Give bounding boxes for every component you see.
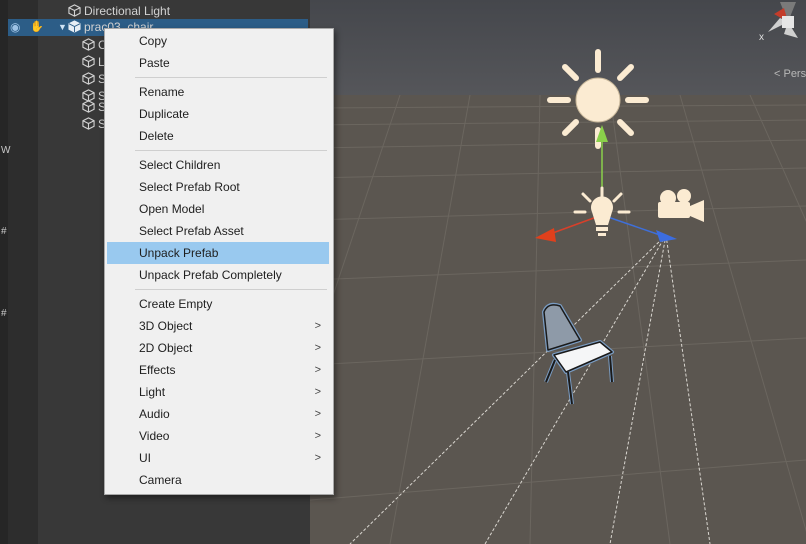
menu-item-label: Video [139,429,170,443]
submenu-arrow-icon: > [314,364,321,376]
side-mark: W [1,145,11,156]
cube-icon [68,4,81,17]
sky [310,0,806,95]
menu-item-unpack-prefab-completely[interactable]: Unpack Prefab Completely [107,264,329,286]
menu-item-delete[interactable]: Delete [107,125,329,147]
menu-item-label: Open Model [139,202,205,216]
menu-item-label: Select Children [139,158,221,172]
cube-icon [82,100,95,113]
pickable-hand-icon[interactable]: ✋ [30,19,44,36]
gizmo-axis-label: x [759,32,764,43]
menu-item-copy[interactable]: Copy [107,30,329,52]
menu-separator [135,77,327,78]
menu-item-label: Select Prefab Root [139,180,240,194]
hierarchy-child-item[interactable]: L [82,54,105,71]
cube-icon [82,72,95,85]
context-menu: Copy Paste Rename Duplicate Delete Selec… [104,28,334,495]
menu-item-label: Camera [139,473,182,487]
hierarchy-gutter [8,0,38,544]
submenu-arrow-icon: > [314,342,321,354]
menu-item-duplicate[interactable]: Duplicate [107,103,329,125]
visibility-eye-icon[interactable]: ◉ [10,19,20,36]
menu-item-select-prefab-asset[interactable]: Select Prefab Asset [107,220,329,242]
hierarchy-child-item[interactable]: S [82,116,106,133]
menu-item-video[interactable]: Video > [107,425,329,447]
menu-item-rename[interactable]: Rename [107,81,329,103]
menu-item-ui[interactable]: UI > [107,447,329,469]
hierarchy-item-label: Directional Light [84,4,171,18]
hierarchy-child-item[interactable]: S [82,99,106,116]
submenu-arrow-icon: > [314,430,321,442]
menu-item-label: 3D Object [139,319,193,333]
menu-item-label: Paste [139,56,170,70]
scene-view[interactable]: x < Persp [310,0,806,544]
submenu-arrow-icon: > [314,320,321,332]
side-mark: # [1,308,7,319]
submenu-arrow-icon: > [314,452,321,464]
expand-arrow-icon[interactable]: ▼ [58,19,67,36]
menu-item-label: Light [139,385,166,399]
projection-label[interactable]: < Persp [774,68,806,80]
menu-separator [135,289,327,290]
submenu-arrow-icon: > [314,386,321,398]
menu-item-label: Rename [139,85,185,99]
panel-edge [0,0,8,544]
menu-item-2d-object[interactable]: 2D Object > [107,337,329,359]
menu-item-create-empty[interactable]: Create Empty [107,293,329,315]
menu-item-3d-object[interactable]: 3D Object > [107,315,329,337]
prefab-cube-icon [68,20,81,33]
menu-item-label: Copy [139,34,168,48]
menu-item-light[interactable]: Light > [107,381,329,403]
menu-item-unpack-prefab[interactable]: Unpack Prefab [107,242,329,264]
menu-item-label: Delete [139,129,174,143]
menu-item-label: 2D Object [139,341,193,355]
menu-item-label: Select Prefab Asset [139,224,244,238]
menu-item-effects[interactable]: Effects > [107,359,329,381]
menu-item-label: Unpack Prefab [139,246,219,260]
hierarchy-child-item[interactable]: S [82,71,106,88]
menu-item-label: Create Empty [139,297,213,311]
menu-item-select-prefab-root[interactable]: Select Prefab Root [107,176,329,198]
menu-item-label: Audio [139,407,170,421]
menu-item-label: Unpack Prefab Completely [139,268,282,282]
hierarchy-item-directional-light[interactable]: Directional Light [68,3,170,20]
side-mark: # [1,226,7,237]
hierarchy-child-item[interactable]: C [82,37,107,54]
scene-canvas[interactable]: x < Persp [310,0,806,544]
menu-item-audio[interactable]: Audio > [107,403,329,425]
menu-item-open-model[interactable]: Open Model [107,198,329,220]
menu-item-paste[interactable]: Paste [107,52,329,74]
menu-separator [135,150,327,151]
cube-icon [82,117,95,130]
cube-icon [82,55,95,68]
menu-item-label: UI [139,451,151,465]
menu-item-camera[interactable]: Camera [107,469,329,491]
menu-item-label: Duplicate [139,107,190,121]
submenu-arrow-icon: > [314,408,321,420]
menu-item-select-children[interactable]: Select Children [107,154,329,176]
directional-light-sun-icon[interactable] [547,49,649,149]
cube-icon [82,38,95,51]
menu-item-label: Effects [139,363,176,377]
